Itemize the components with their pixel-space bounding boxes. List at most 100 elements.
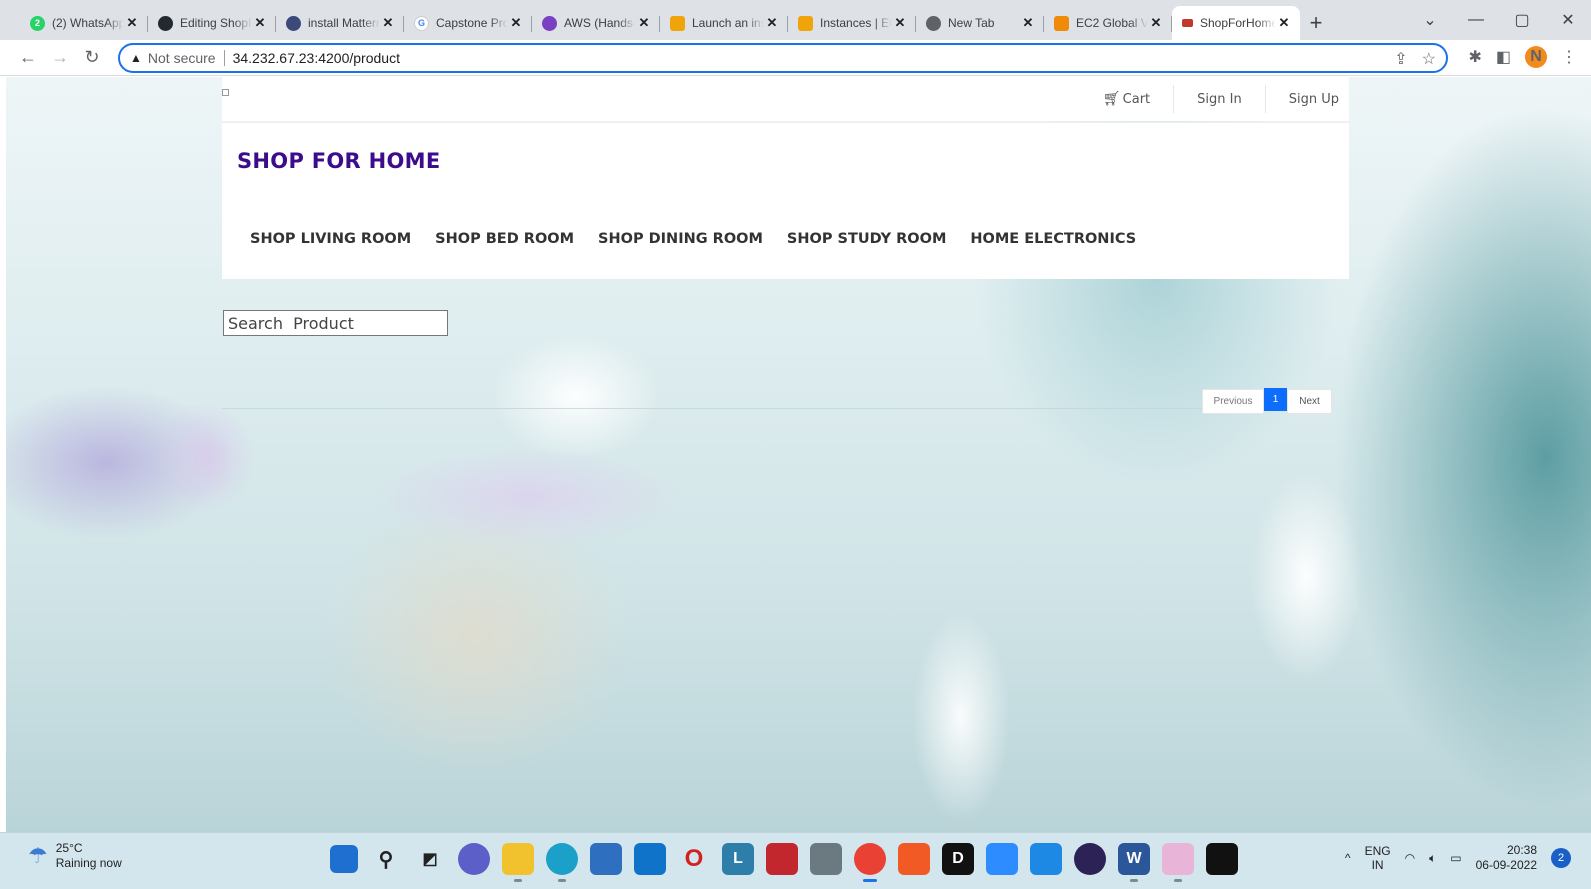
close-window-icon[interactable]: ✕ [1545,0,1591,40]
aws-icon [542,15,557,31]
store-icon[interactable] [590,843,622,875]
browser-tab[interactable]: Launch an instance ✕ [660,6,788,40]
close-icon[interactable]: ✕ [636,15,652,31]
nav-home-electronics[interactable]: HOME ELECTRONICS [958,231,1148,247]
close-icon[interactable]: ✕ [252,15,268,31]
browser-tab[interactable]: Instances | EC2 ✕ [788,6,916,40]
wifi-icon[interactable]: ◠ [1405,851,1415,865]
volume-icon[interactable]: 🔈︎ [1429,851,1436,866]
edge-icon[interactable] [546,843,578,882]
shop-icon [1182,19,1193,27]
cart-label: Cart [1122,91,1151,107]
notification-badge[interactable]: 2 [1551,848,1571,868]
chrome-icon[interactable] [854,843,886,882]
star-icon[interactable]: ☆ [1422,49,1436,69]
browser-tab[interactable]: 2 (2) WhatsApp ✕ [20,6,148,40]
tab-title: Instances | EC2 [820,16,892,30]
tab-title: AWS (Hands-on) [564,16,636,30]
task-view-icon[interactable]: ◩ [414,843,446,875]
language-indicator[interactable]: ENG IN [1365,844,1391,872]
file-explorer-icon[interactable] [502,843,534,882]
nav-living-room[interactable]: SHOP LIVING ROOM [238,231,423,247]
new-tab-button[interactable]: + [1300,6,1332,40]
reload-icon[interactable]: ↻ [76,42,108,74]
browser-tab[interactable]: G Capstone Project ✕ [404,6,532,40]
browser-tab[interactable]: Editing ShopForHome ✕ [148,6,276,40]
close-icon[interactable]: ✕ [508,15,524,31]
umbrella-icon: ☂ [28,843,48,868]
brand-logo-text[interactable]: SHOP FOR HOME [237,149,441,173]
word-icon[interactable]: W [1118,843,1150,882]
side-panel-icon[interactable]: ◧ [1496,47,1511,67]
restore-icon[interactable]: ▢ [1499,0,1545,40]
sign-up-link[interactable]: Sign Up [1264,85,1349,113]
chevron-up-icon[interactable]: ^ [1345,851,1351,865]
chat-icon[interactable] [458,843,490,875]
lang-primary: ENG [1364,844,1391,858]
security-label: Not secure [147,50,216,66]
brave-icon[interactable] [898,843,930,875]
mcafee-icon[interactable] [766,843,798,875]
profile-avatar[interactable]: N [1525,46,1547,68]
opera-icon[interactable]: O [678,843,710,875]
nav-study-room[interactable]: SHOP STUDY ROOM [775,231,958,247]
address-bar[interactable]: ▲ Not secure 34.232.67.23:4200/product ⇪… [118,43,1448,73]
sign-in-link[interactable]: Sign In [1173,85,1265,113]
github-icon [158,15,173,31]
system-tray: ^ ENG IN ◠ 🔈︎ ▭ 20:38 06-09-2022 2 [1345,843,1571,873]
nav-bed-room[interactable]: SHOP BED ROOM [423,231,586,247]
close-icon[interactable]: ✕ [124,15,140,31]
outlook-icon[interactable] [634,843,666,875]
main-nav: SHOP LIVING ROOM SHOP BED ROOM SHOP DINI… [238,231,1148,247]
menu-icon[interactable]: ⋮ [1561,47,1577,67]
close-icon[interactable]: ✕ [1020,15,1036,31]
vscode-icon[interactable] [1030,843,1062,875]
aws-cube-icon [670,15,685,31]
tab-title: Launch an instance [692,16,764,30]
page-viewport: 🛒︎ Cart Sign In Sign Up SHOP FOR HOME SHO… [6,77,1591,832]
share-icon[interactable]: ⇪ [1394,49,1407,69]
close-icon[interactable]: ✕ [764,15,780,31]
camera-icon[interactable] [810,843,842,875]
pagination-previous[interactable]: Previous [1202,389,1264,414]
divider [223,50,225,66]
tab-title: install Mattermost [308,16,380,30]
close-icon[interactable]: ✕ [380,15,396,31]
pagination-next[interactable]: Next [1287,389,1332,414]
browser-tab[interactable]: EC2 Global View ✕ [1044,6,1172,40]
launcher-icon[interactable]: L [722,843,754,875]
eclipse-icon[interactable] [1074,843,1106,875]
browser-tab[interactable]: AWS (Hands-on) ✕ [532,6,660,40]
nav-dining-room[interactable]: SHOP DINING ROOM [586,231,775,247]
tab-title: (2) WhatsApp [52,16,124,30]
minimize-icon[interactable]: — [1453,0,1499,40]
close-icon[interactable]: ✕ [1276,15,1292,31]
pagination: Previous 1 Next [1202,388,1332,414]
clock[interactable]: 20:38 06-09-2022 [1476,843,1537,873]
chevron-down-icon[interactable]: ⌄ [1407,0,1453,40]
paint-icon[interactable] [1162,843,1194,882]
forward-icon[interactable]: → [44,42,76,74]
terminal-icon[interactable] [1206,843,1238,875]
tab-title: ShopForHome [1200,16,1276,30]
zoom-icon[interactable] [986,843,1018,875]
close-icon[interactable]: ✕ [1148,15,1164,31]
browser-tab[interactable]: install Mattermost ✕ [276,6,404,40]
chrome-icon [926,15,941,31]
ec2-icon [1054,15,1069,31]
extensions-icon[interactable]: ✱ [1468,47,1481,67]
pagination-page-current[interactable]: 1 [1264,388,1287,411]
cart-icon: 🛒︎ [1102,91,1121,107]
battery-icon[interactable]: ▭ [1450,851,1461,865]
whatsapp-icon: 2 [30,15,45,31]
start-icon[interactable] [330,845,358,873]
cart-link[interactable]: 🛒︎ Cart [1080,85,1173,113]
search-icon[interactable]: ⚲ [370,843,402,875]
close-icon[interactable]: ✕ [892,15,908,31]
search-input[interactable] [223,310,448,336]
dolby-icon[interactable]: D [942,843,974,875]
weather-widget[interactable]: ☂ 25°C Raining now [28,841,122,871]
back-icon[interactable]: ← [12,42,44,74]
browser-tab[interactable]: New Tab ✕ [916,6,1044,40]
browser-tab-active[interactable]: ShopForHome ✕ [1172,6,1300,40]
